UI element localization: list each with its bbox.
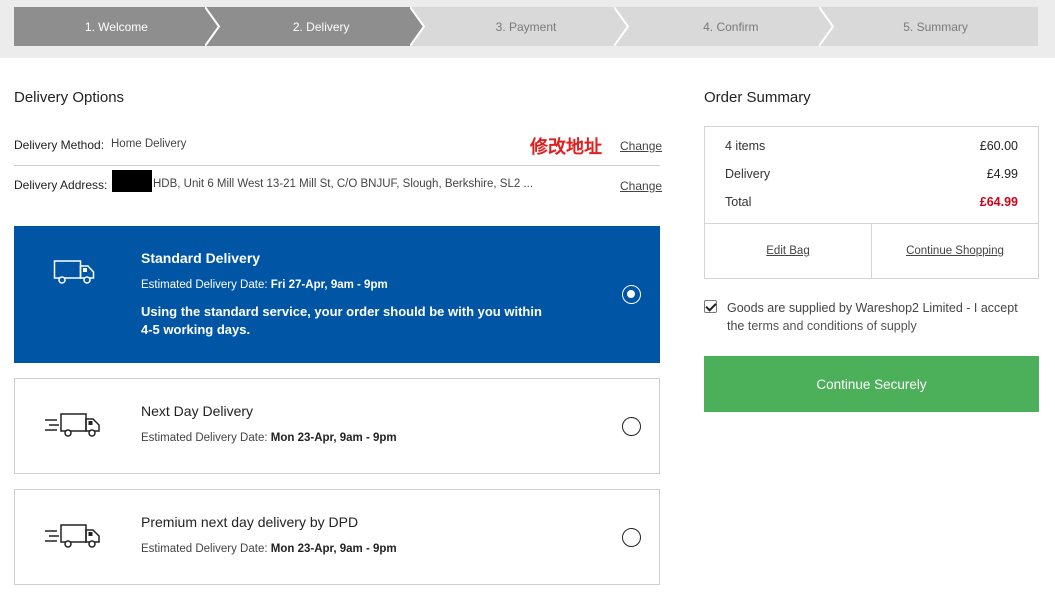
continue-securely-button[interactable]: Continue Securely	[704, 356, 1039, 412]
order-summary-title: Order Summary	[704, 89, 811, 106]
delivery-options-title: Delivery Options	[14, 89, 125, 106]
terms-link[interactable]: terms and conditions of supply	[748, 319, 917, 333]
option-description: Using the standard service, your order s…	[141, 304, 542, 337]
delivery-method-label: Delivery Method:	[14, 138, 105, 152]
edit-bag-link[interactable]: Edit Bag	[705, 245, 871, 257]
edit-address-annotation: 修改地址	[530, 137, 602, 158]
option-date: Estimated Delivery Date: Mon 23-Apr, 9am…	[141, 432, 397, 444]
checkout-stepper-bar: 1. Welcome 2. Delivery 3. Payment 4. Con…	[0, 0, 1055, 58]
summary-delivery-label: Delivery	[725, 167, 771, 181]
step-chevron-icon	[614, 7, 630, 46]
option-radio[interactable]	[622, 528, 641, 547]
divider	[14, 165, 660, 166]
option-title: Next Day Delivery	[141, 403, 254, 419]
summary-delivery-value: £4.99	[986, 167, 1018, 181]
terms-text: Goods are supplied by Wareshop2 Limited …	[727, 299, 1037, 335]
step-label: 4. Confirm	[703, 19, 759, 34]
option-title: Premium next day delivery by DPD	[141, 514, 359, 530]
summary-total-value: £64.99	[979, 195, 1018, 209]
order-summary-box: 4 items £60.00 Delivery £4.99 Total £64.…	[704, 126, 1039, 279]
option-date-value: Mon 23-Apr, 9am - 9pm	[270, 543, 397, 555]
option-date: Estimated Delivery Date: Fri 27-Apr, 9am…	[141, 279, 388, 291]
fast-truck-icon	[45, 524, 100, 548]
change-method-link[interactable]: Change	[620, 139, 662, 153]
summary-items-label: 4 items	[725, 139, 766, 153]
option-radio[interactable]	[622, 417, 641, 436]
summary-items-row: 4 items £60.00	[725, 139, 1018, 153]
step-chevron-icon	[204, 7, 221, 46]
delivery-method-value: Home Delivery	[111, 138, 187, 150]
step-confirm[interactable]: 4. Confirm	[628, 7, 835, 46]
delivery-option-standard[interactable]: Standard Delivery Estimated Delivery Dat…	[14, 226, 660, 363]
continue-shopping-link[interactable]: Continue Shopping	[872, 245, 1038, 257]
step-payment[interactable]: 3. Payment	[423, 7, 630, 46]
delivery-address-label: Delivery Address:	[14, 178, 108, 192]
option-date-label: Estimated Delivery Date:	[141, 432, 268, 444]
fast-truck-icon	[45, 413, 100, 437]
option-date-label: Estimated Delivery Date:	[141, 279, 268, 291]
summary-total-row: Total £64.99	[725, 195, 1018, 209]
step-label: 5. Summary	[903, 19, 968, 34]
step-welcome[interactable]: 1. Welcome	[14, 7, 221, 46]
delivery-option-premium-dpd[interactable]: Premium next day delivery by DPD Estimat…	[14, 489, 660, 585]
step-chevron-icon	[409, 7, 438, 46]
option-date-label: Estimated Delivery Date:	[141, 543, 268, 555]
option-radio-selected[interactable]	[622, 285, 641, 304]
summary-total-label: Total	[725, 195, 752, 209]
delivery-address-value: HDB, Unit 6 Mill West 13-21 Mill St, C/O…	[153, 178, 534, 190]
change-address-link[interactable]: Change	[620, 179, 662, 193]
summary-delivery-row: Delivery £4.99	[725, 167, 1018, 181]
delivery-option-next-day[interactable]: Next Day Delivery Estimated Delivery Dat…	[14, 378, 660, 474]
terms-checkbox[interactable]	[704, 300, 717, 313]
checkout-stepper: 1. Welcome 2. Delivery 3. Payment 4. Con…	[14, 7, 1038, 46]
truck-icon	[53, 260, 95, 284]
radio-dot	[627, 290, 635, 298]
option-date-value: Fri 27-Apr, 9am - 9pm	[270, 279, 388, 291]
step-label: 2. Delivery	[292, 19, 350, 34]
option-date-value: Mon 23-Apr, 9am - 9pm	[270, 432, 397, 444]
option-date: Estimated Delivery Date: Mon 23-Apr, 9am…	[141, 543, 397, 555]
step-delivery[interactable]: 2. Delivery	[218, 7, 438, 46]
option-title: Standard Delivery	[141, 250, 261, 266]
step-label: 3. Payment	[495, 19, 557, 34]
step-label: 1. Welcome	[84, 19, 148, 34]
step-summary[interactable]: 5. Summary	[833, 7, 1038, 46]
summary-items-value: £60.00	[979, 139, 1018, 153]
redacted-name-block	[112, 170, 152, 192]
step-chevron-icon	[819, 7, 835, 46]
